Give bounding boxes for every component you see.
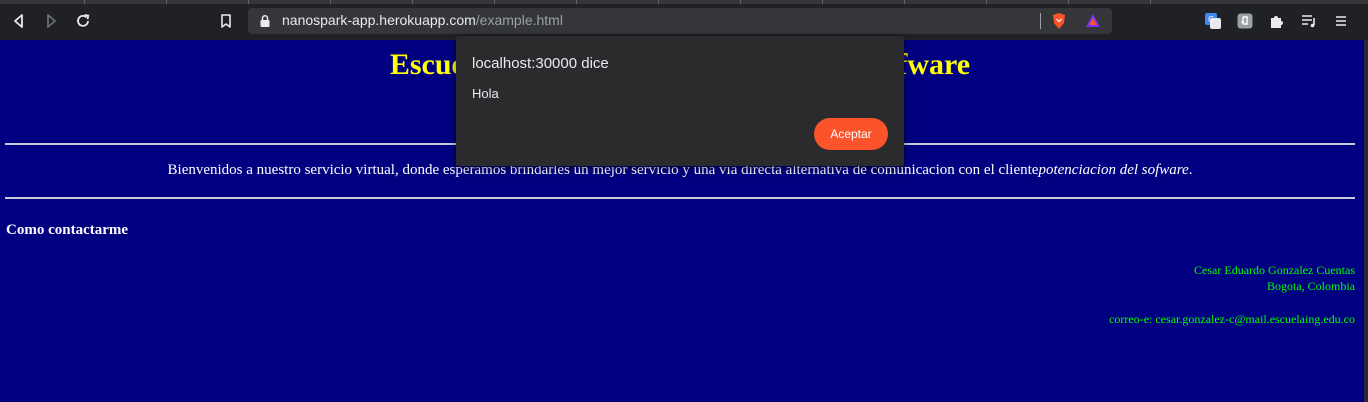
tab-separator [904, 0, 905, 4]
tab-separator [248, 0, 249, 4]
media-playlist-button[interactable] [1298, 10, 1320, 32]
welcome-emphasis: potenciacion del sofware [1038, 162, 1189, 178]
bookmark-button[interactable] [215, 10, 237, 32]
tab-separator [576, 0, 577, 4]
back-button[interactable] [8, 10, 30, 32]
extension-icon [1237, 13, 1253, 29]
translate-icon: G [1205, 13, 1221, 29]
browser-menu-button[interactable] [1330, 10, 1352, 32]
alert-dialog: localhost:30000 dice Hola Aceptar [456, 36, 904, 166]
accept-button[interactable]: Aceptar [814, 118, 888, 150]
contact-city: Bogota, Colombia [1267, 279, 1355, 293]
forward-icon [47, 14, 56, 28]
address-bar-divider [1040, 13, 1041, 29]
media-playlist-icon [1302, 15, 1315, 28]
tab-separator [166, 0, 167, 4]
tab-separator [84, 0, 85, 4]
url-text[interactable]: nanospark-app.herokuapp.com/example.html [282, 12, 563, 28]
tab-separator [740, 0, 741, 4]
tab-separator [412, 0, 413, 4]
browser-toolbar: nanospark-app.herokuapp.com/example.html… [0, 0, 1368, 40]
lock-icon[interactable] [258, 14, 272, 28]
back-icon [14, 14, 23, 28]
dialog-message: Hola [472, 86, 499, 101]
tab-separator [658, 0, 659, 4]
reload-icon [77, 14, 90, 27]
horizontal-rule [5, 197, 1355, 199]
url-path: /example.html [475, 12, 563, 28]
menu-icon [1336, 16, 1346, 26]
brave-shields-icon[interactable] [1050, 12, 1068, 30]
translate-button[interactable]: G [1202, 10, 1224, 32]
dialog-origin: localhost:30000 dice [472, 55, 609, 72]
contact-heading: Como contactarme [6, 222, 129, 238]
tab-separator [986, 0, 987, 4]
puzzle-extensions-icon [1271, 16, 1283, 28]
extensions-menu-button[interactable] [1266, 10, 1288, 32]
svg-text:G: G [1208, 15, 1214, 24]
contact-email: correo-e: cesar.gonzalez-c@mail.escuelai… [1109, 312, 1355, 326]
brave-rewards-icon[interactable] [1084, 12, 1102, 30]
reload-button[interactable] [72, 10, 94, 32]
tab-separator [494, 0, 495, 4]
contact-name: Cesar Eduardo Gonzalez Cuentas [1194, 263, 1355, 277]
page-scrollbar[interactable] [1364, 40, 1368, 402]
extension-button[interactable] [1234, 10, 1256, 32]
url-host: nanospark-app.herokuapp.com [282, 12, 476, 28]
tab-separator [822, 0, 823, 4]
tab-separator [1068, 0, 1069, 4]
bookmark-icon [221, 14, 231, 28]
forward-button[interactable] [40, 10, 62, 32]
welcome-end: . [1188, 162, 1193, 178]
tab-strip [0, 0, 1368, 4]
tab-separator [330, 0, 331, 4]
address-bar[interactable]: nanospark-app.herokuapp.com/example.html [248, 8, 1112, 34]
tab-separator [1150, 0, 1151, 4]
